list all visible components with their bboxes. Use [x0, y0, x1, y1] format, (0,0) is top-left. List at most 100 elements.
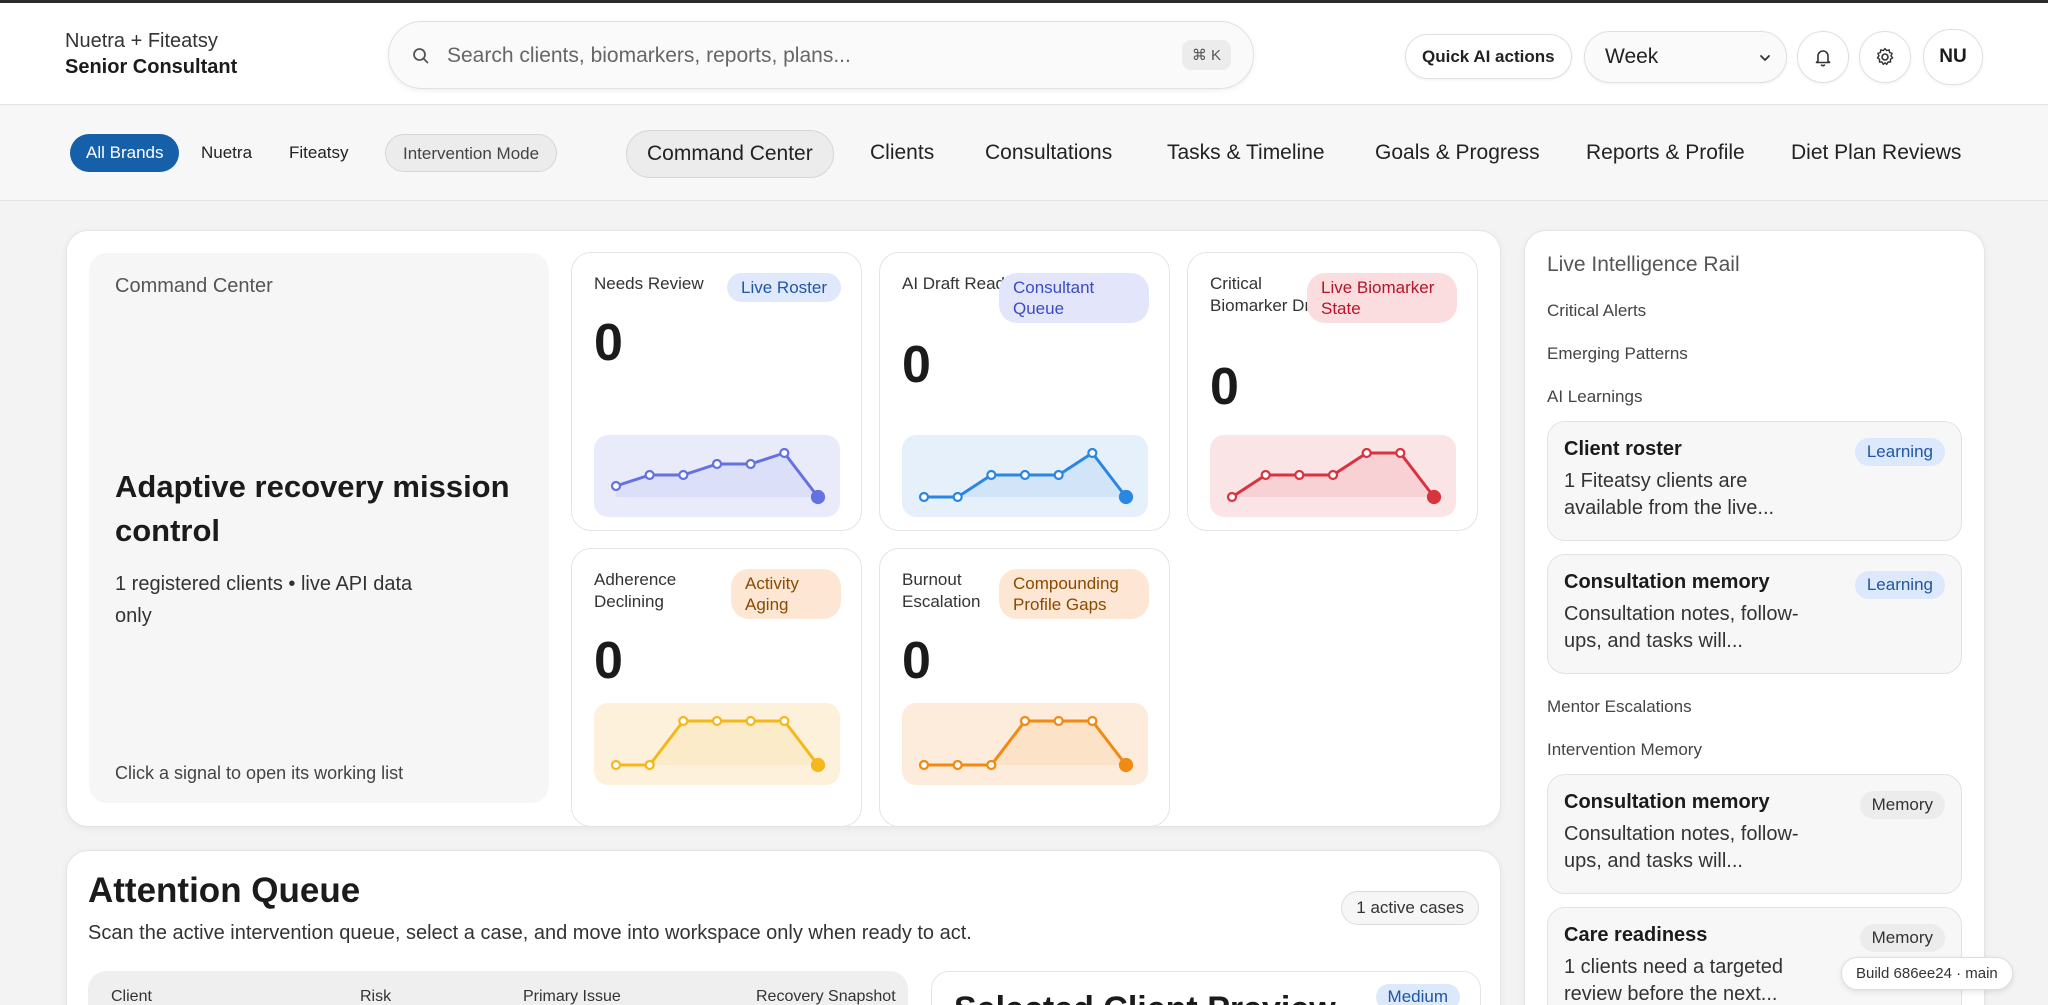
- chevron-down-icon: [1760, 55, 1770, 61]
- sparkline-point: [779, 715, 790, 727]
- hero-title: Adaptive recovery mission control: [115, 469, 510, 548]
- column-header-client[interactable]: Client: [111, 988, 152, 1005]
- sparkline-point: [1426, 489, 1442, 505]
- signal-card-adherence-declining[interactable]: Adherence Declining Activity Aging 0: [571, 548, 862, 827]
- sparkline-point: [1118, 757, 1134, 773]
- section-mentor-escalations[interactable]: Mentor Escalations: [1547, 697, 1692, 717]
- column-header-primary-issue[interactable]: Primary Issue: [523, 988, 621, 1005]
- sparkline-point: [779, 447, 790, 459]
- sparkline-point: [644, 759, 655, 771]
- sparkline-point: [986, 759, 997, 771]
- signal-source-badge: Compounding Profile Gaps: [999, 569, 1149, 619]
- hero-label: Command Center: [115, 275, 273, 297]
- tab-goals-progress[interactable]: Goals & Progress: [1375, 130, 1540, 178]
- sparkline-point: [1118, 489, 1134, 505]
- gear-icon: [1876, 47, 1894, 66]
- signal-card-critical-biomarker-drift[interactable]: Critical Biomarker Drift Live Biomarker S…: [1187, 252, 1478, 531]
- tab-reports-profile[interactable]: Reports & Profile: [1586, 130, 1745, 178]
- signal-count: 0: [902, 632, 931, 690]
- search-input[interactable]: Search clients, biomarkers, reports, pla…: [447, 44, 851, 68]
- global-search[interactable]: Search clients, biomarkers, reports, pla…: [388, 21, 1254, 89]
- sparkline-point: [678, 469, 689, 481]
- brand-filter-nuetra[interactable]: Nuetra: [201, 134, 252, 172]
- tab-consultations[interactable]: Consultations: [985, 130, 1112, 178]
- brand-block: Nuetra + Fiteatsy Senior Consultant: [65, 28, 237, 80]
- sparkline-point: [610, 480, 622, 492]
- rail-item-title: Consultation memory: [1564, 791, 1770, 813]
- signal-card-needs-review[interactable]: Needs Review Live Roster 0: [571, 252, 862, 531]
- signal-source-badge: Live Roster: [727, 273, 841, 302]
- settings-button[interactable]: [1859, 31, 1911, 83]
- signal-title: Needs Review: [594, 274, 704, 293]
- signal-count: 0: [594, 632, 623, 690]
- signal-title: Adherence Declining: [594, 570, 677, 611]
- signal-source-badge: Live Biomarker State: [1307, 273, 1457, 323]
- learning-item[interactable]: Client roster 1 Fiteatsy clients are ava…: [1547, 421, 1962, 541]
- signal-card-burnout-escalation[interactable]: Burnout Escalation Compounding Profile Ga…: [879, 548, 1170, 827]
- queue-table: Client Risk Primary Issue Recovery Snaps…: [88, 971, 908, 1005]
- attention-queue-card: Attention Queue Scan the active interven…: [66, 850, 1501, 1005]
- rail-item-body: Consultation notes, follow-ups, and task…: [1564, 603, 1799, 652]
- signal-card-ai-draft-ready[interactable]: AI Draft Ready Consultant Queue 0: [879, 252, 1170, 531]
- user-avatar[interactable]: NU: [1923, 29, 1983, 85]
- brand-filter-fiteatsy[interactable]: Fiteatsy: [289, 134, 349, 172]
- sparkline-point: [644, 469, 655, 481]
- sparkline-point: [678, 715, 689, 727]
- build-tag: Build 686ee24 · main: [1841, 957, 2013, 990]
- learning-badge: Learning: [1854, 438, 1945, 466]
- sparkline-point: [952, 759, 963, 771]
- brand-filter-all[interactable]: All Brands: [70, 134, 180, 172]
- memory-badge: Memory: [1859, 924, 1945, 952]
- sparkline-point: [1087, 447, 1098, 459]
- sparkline-point: [745, 715, 756, 727]
- mission-hero: Command Center Adaptive recovery mission…: [89, 253, 549, 803]
- period-select[interactable]: Week: [1584, 31, 1787, 83]
- signal-source-badge: Consultant Queue: [999, 273, 1149, 323]
- column-header-risk[interactable]: Risk: [360, 988, 391, 1005]
- sparkline-point: [986, 469, 997, 481]
- memory-item[interactable]: Consultation memory Consultation notes, …: [1547, 774, 1962, 894]
- preview-title: Selected Client Preview: [954, 990, 1336, 1005]
- signal-sparkline: [902, 703, 1148, 785]
- section-intervention-memory[interactable]: Intervention Memory: [1547, 740, 1702, 760]
- learning-item[interactable]: Consultation memory Consultation notes, …: [1547, 554, 1962, 674]
- tab-clients[interactable]: Clients: [870, 130, 934, 178]
- risk-badge: Medium: [1375, 984, 1460, 1005]
- sparkline-point: [1019, 469, 1031, 481]
- sparkline-point: [918, 491, 930, 503]
- sparkline-point: [1361, 447, 1372, 459]
- sparkline-point: [1294, 469, 1305, 481]
- sparkline-point: [1260, 469, 1271, 481]
- column-header-recovery-snapshot[interactable]: Recovery Snapshot: [756, 988, 896, 1005]
- tab-tasks-timeline[interactable]: Tasks & Timeline: [1167, 130, 1325, 178]
- sparkline-point: [1226, 491, 1238, 503]
- active-cases-badge: 1 active cases: [1341, 891, 1479, 925]
- top-header: Nuetra + Fiteatsy Senior Consultant Sear…: [0, 3, 2048, 105]
- section-ai-learnings[interactable]: AI Learnings: [1547, 387, 1642, 407]
- tab-command-center[interactable]: Command Center: [626, 130, 834, 178]
- section-emerging-patterns[interactable]: Emerging Patterns: [1547, 344, 1688, 364]
- quick-ai-actions-button[interactable]: Quick AI actions: [1405, 34, 1572, 79]
- rail-item-title: Client roster: [1564, 438, 1682, 460]
- tab-diet-plan-reviews[interactable]: Diet Plan Reviews: [1791, 130, 1961, 178]
- signal-sparkline: [594, 703, 840, 785]
- user-role: Senior Consultant: [65, 56, 238, 78]
- sparkline-point: [1019, 715, 1031, 727]
- section-critical-alerts[interactable]: Critical Alerts: [1547, 301, 1646, 321]
- sparkline-point: [711, 715, 723, 727]
- sparkline-point: [1395, 447, 1406, 459]
- signal-count: 0: [1210, 358, 1239, 416]
- command-center-card: Command Center Adaptive recovery mission…: [66, 230, 1501, 827]
- sparkline-point: [810, 757, 826, 773]
- memory-item[interactable]: Care readiness 1 clients need a targeted…: [1547, 907, 1962, 1005]
- sparkline-point: [745, 458, 756, 470]
- sparkline-point: [1053, 715, 1064, 727]
- period-select-value: Week: [1605, 45, 1659, 68]
- rail-item-body: 1 clients need a targeted review before …: [1564, 956, 1784, 1005]
- hero-subtitle: 1 registered clients • live API data onl…: [115, 573, 413, 627]
- intervention-mode-toggle[interactable]: Intervention Mode: [385, 134, 558, 172]
- notifications-button[interactable]: [1797, 31, 1849, 83]
- signal-count: 0: [594, 314, 623, 372]
- rail-title: Live Intelligence Rail: [1547, 253, 1740, 276]
- signal-source-badge: Activity Aging: [731, 569, 841, 619]
